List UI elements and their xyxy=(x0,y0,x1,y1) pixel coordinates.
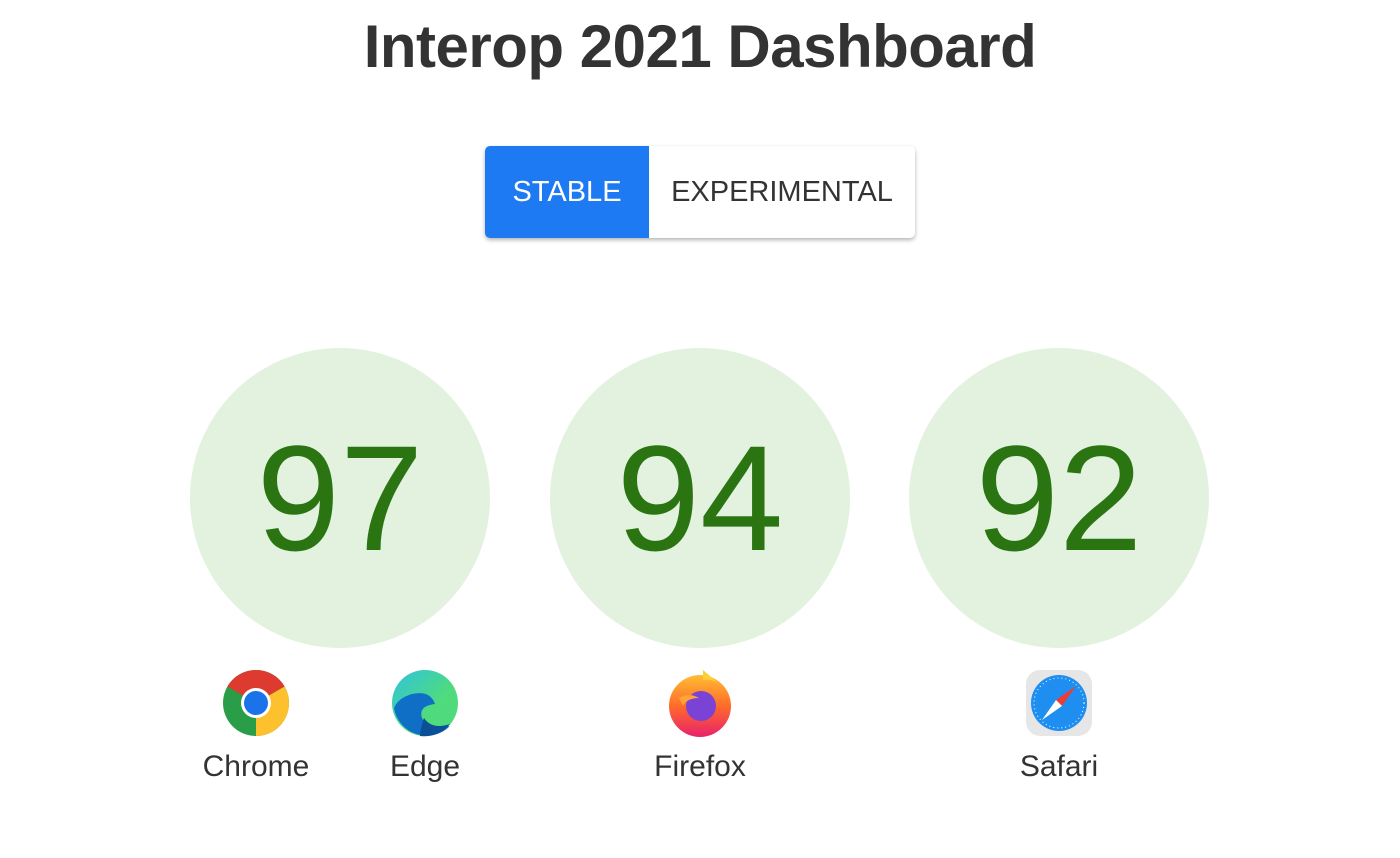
browser-firefox: Firefox xyxy=(630,668,770,784)
browser-chrome: Chrome xyxy=(186,668,326,784)
browser-edge: Edge xyxy=(355,668,495,784)
score-safari: 92 xyxy=(909,348,1209,648)
edge-icon xyxy=(392,670,458,737)
channel-toggle[interactable]: STABLE EXPERIMENTAL xyxy=(485,146,915,238)
safari-icon xyxy=(1026,670,1092,736)
page-title: Interop 2021 Dashboard xyxy=(363,13,1037,80)
score-chrome-edge: 97 xyxy=(190,348,490,648)
score-firefox: 94 xyxy=(550,348,850,648)
browser-label: Edge xyxy=(389,750,461,783)
firefox-icon xyxy=(669,670,731,737)
browser-label: Safari xyxy=(1019,750,1099,783)
chrome-icon xyxy=(223,669,290,736)
tab-stable[interactable]: STABLE xyxy=(485,146,649,238)
browser-label: Firefox xyxy=(654,750,746,783)
tab-experimental[interactable]: EXPERIMENTAL xyxy=(649,146,915,238)
browser-safari: Safari xyxy=(989,668,1129,784)
browser-label: Chrome xyxy=(202,750,310,783)
